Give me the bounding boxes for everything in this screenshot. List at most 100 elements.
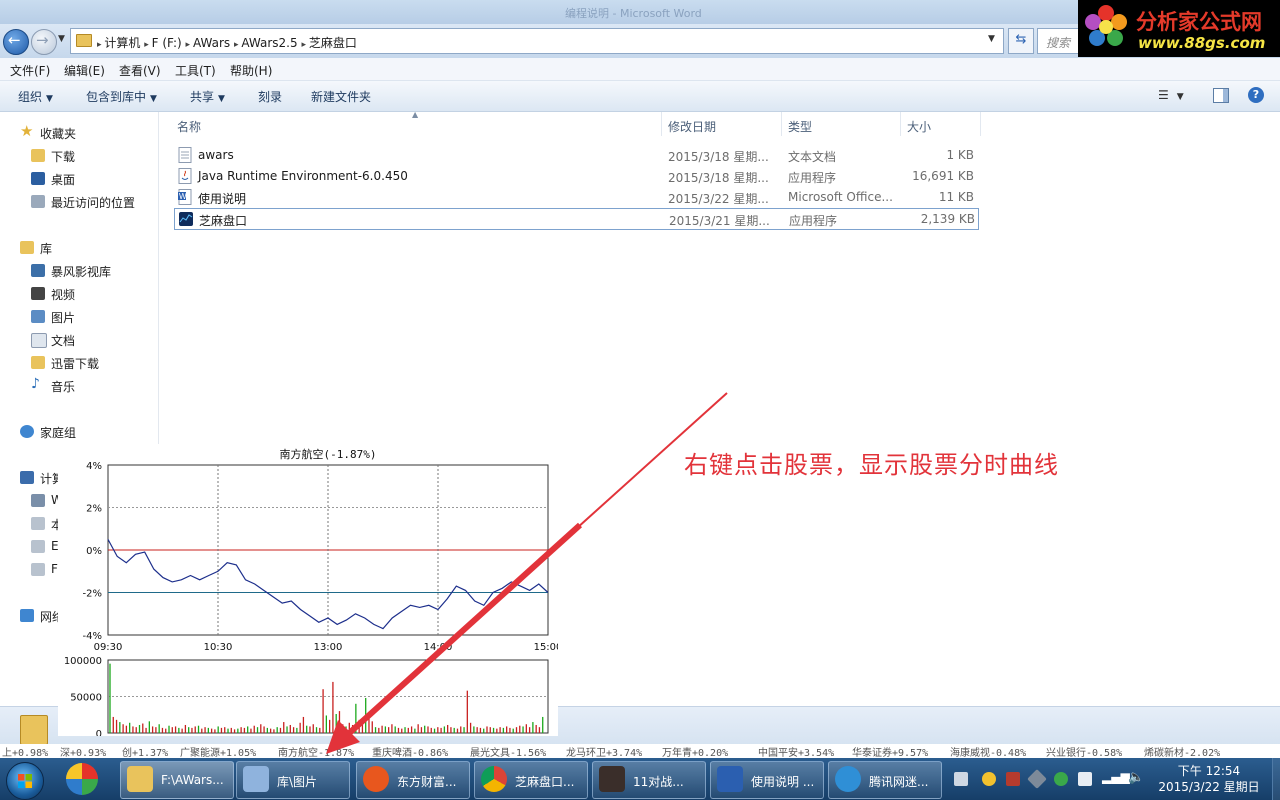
forward-button[interactable]: → — [31, 29, 57, 55]
keyboard-icon[interactable] — [954, 772, 968, 786]
nav-downloads[interactable]: 下载 — [31, 148, 75, 165]
organize-button[interactable]: 组织 ▼ — [18, 88, 53, 105]
show-desktop-button[interactable] — [1272, 758, 1280, 800]
preview-pane-icon[interactable] — [1213, 88, 1229, 103]
start-button[interactable] — [6, 762, 44, 800]
ticker-item[interactable]: 中国平安+3.54% — [758, 744, 834, 758]
nav-libraries[interactable]: 库 — [20, 240, 52, 257]
recent-pages-dropdown-icon[interactable]: ▼ — [58, 34, 65, 44]
column-divider[interactable] — [781, 112, 782, 136]
menu-help[interactable]: 帮助(H) — [230, 62, 272, 79]
taskbar-button[interactable]: 库\图片 — [236, 761, 350, 799]
ticker-item[interactable]: 兴业银行-0.58% — [1046, 744, 1122, 758]
nav-recent[interactable]: 最近访问的位置 — [31, 194, 135, 211]
taskbar-button[interactable]: 11对战... — [592, 761, 706, 799]
search-input[interactable]: 搜索 — [1037, 28, 1079, 54]
ticker-item[interactable]: 深+0.93% — [60, 744, 106, 758]
clock[interactable]: 下午 12:54 2015/3/22 星期日 — [1150, 763, 1268, 795]
menu-file[interactable]: 文件(F) — [10, 62, 50, 79]
nav-drive-f[interactable]: F — [31, 562, 58, 576]
nav-music[interactable]: ♪ 音乐 — [31, 376, 75, 395]
breadcrumb-drive-f[interactable]: F (F:) — [152, 36, 182, 50]
nav-documents[interactable]: 文档 — [31, 332, 75, 349]
nav-homegroup-label: 家庭组 — [40, 426, 77, 440]
intraday-chart-window[interactable]: 南方航空(-1.87%) 4% 2% 0% -2% -4% 09:30 10:30 13:00 1… — [58, 444, 562, 740]
ticker-item[interactable]: 华泰证券+9.57% — [852, 744, 928, 758]
game-tray-icon[interactable] — [1006, 772, 1020, 786]
share-button[interactable]: 共享 ▼ — [190, 88, 225, 105]
chrome-icon — [481, 766, 507, 792]
ticker-item[interactable]: 晨光文具-1.56% — [470, 744, 546, 758]
nav-pictures[interactable]: 图片 — [31, 309, 75, 326]
menu-view[interactable]: 查看(V) — [119, 62, 161, 79]
change-view-button[interactable]: ☰ ▼ — [1158, 88, 1184, 102]
stock-ticker-strip: 上+0.98% 深+0.93% 创+1.37% 广聚能源+1.05% 南方航空-1.87… — [0, 744, 1280, 758]
address-dropdown-icon[interactable]: ▼ — [988, 34, 995, 44]
menu-tools[interactable]: 工具(T) — [175, 62, 216, 79]
taskbar-button[interactable]: 使用说明 ... — [710, 761, 824, 799]
ticker-item[interactable]: 上+0.98% — [2, 744, 48, 758]
game-icon — [599, 766, 625, 792]
breadcrumb-awars[interactable]: AWars — [193, 36, 230, 50]
qq-icon[interactable] — [982, 772, 996, 786]
diamond-icon[interactable] — [1027, 769, 1047, 789]
ticker-item[interactable]: 重庆啤酒-0.86% — [372, 744, 448, 758]
nav-storm-library[interactable]: 暴风影视库 — [31, 263, 111, 280]
file-row[interactable]: Java Runtime Environment-6.0.450 2015/3/… — [174, 166, 977, 186]
security-icon[interactable] — [1054, 772, 1068, 786]
column-header-type[interactable]: 类型 — [788, 118, 812, 135]
new-folder-button[interactable]: 新建文件夹 — [311, 88, 371, 105]
column-header-size[interactable]: 大小 — [907, 118, 931, 135]
column-divider[interactable] — [900, 112, 901, 136]
ticker-item[interactable]: 万年青+0.20% — [662, 744, 728, 758]
nav-videos[interactable]: 视频 — [31, 286, 75, 303]
signal-icon[interactable]: ▂▄▆ — [1102, 770, 1130, 784]
back-button[interactable]: ← — [3, 29, 29, 55]
volume-icon[interactable]: 🔈 — [1128, 770, 1144, 785]
device-icon[interactable] — [1078, 772, 1092, 786]
ticker-item[interactable]: 广聚能源+1.05% — [180, 744, 256, 758]
chart-title: 南方航空(-1.87%) — [280, 447, 377, 461]
nav-desktop[interactable]: 桌面 — [31, 171, 75, 188]
search-placeholder: 搜索 — [1046, 36, 1071, 50]
refresh-button[interactable]: ⇆ — [1008, 28, 1034, 54]
taskbar-button[interactable]: 腾讯网迷... — [828, 761, 942, 799]
taskbar-label: 腾讯网迷... — [869, 775, 929, 789]
ticker-item[interactable]: 创+1.37% — [122, 744, 168, 758]
breadcrumb-awars25[interactable]: AWars2.5 — [241, 36, 297, 50]
ticker-item[interactable]: 海康威视-0.48% — [950, 744, 1026, 758]
address-bar[interactable]: ▸ 计算机 ▸ F (F:) ▸ AWars ▸ AWars2.5 ▸ 芝麻盘口 — [70, 28, 1004, 54]
breadcrumb-computer[interactable]: 计算机 — [104, 36, 140, 50]
file-row-selected[interactable]: 芝麻盘口 2015/3/21 星期... 应用程序 2,139 KB — [174, 208, 979, 230]
file-size: 2,139 KB — [920, 212, 975, 226]
column-divider[interactable] — [661, 112, 662, 136]
breadcrumb-zhima[interactable]: 芝麻盘口 — [309, 36, 357, 50]
pinned-app-icon[interactable] — [66, 763, 98, 795]
downloads-folder-icon — [31, 149, 45, 162]
burn-button[interactable]: 刻录 — [258, 88, 282, 105]
menu-edit[interactable]: 编辑(E) — [64, 62, 105, 79]
nav-homegroup[interactable]: 家庭组 — [20, 424, 77, 441]
java-icon — [178, 168, 192, 184]
ticker-item[interactable]: 南方航空-1.87% — [278, 744, 354, 758]
tencent-icon — [835, 766, 861, 792]
column-divider[interactable] — [980, 112, 981, 136]
chevron-down-icon: ▼ — [150, 94, 157, 104]
word-icon — [717, 766, 743, 792]
ticker-item[interactable]: 龙马环卫+3.74% — [566, 744, 642, 758]
help-icon[interactable]: ? — [1248, 87, 1264, 103]
ticker-item[interactable]: 烯碳新材-2.02% — [1144, 744, 1220, 758]
sort-up-icon: ▲ — [412, 110, 419, 119]
file-row[interactable]: W 使用说明 2015/3/22 星期... Microsoft Office.… — [174, 187, 977, 207]
flower-logo-icon — [1085, 5, 1127, 46]
taskbar-button[interactable]: 芝麻盘口... — [474, 761, 588, 799]
taskbar-button[interactable]: F:\AWars... — [120, 761, 234, 799]
picture-icon — [31, 310, 45, 323]
nav-xunlei[interactable]: 迅雷下载 — [31, 355, 99, 372]
column-header-date[interactable]: 修改日期 — [668, 118, 716, 135]
column-header-name[interactable]: 名称 — [177, 118, 201, 135]
taskbar-button[interactable]: 东方财富... — [356, 761, 470, 799]
file-row[interactable]: awars 2015/3/18 星期... 文本文档 1 KB — [174, 145, 977, 165]
include-library-button[interactable]: 包含到库中 ▼ — [86, 88, 157, 105]
nav-favorites[interactable]: ★ 收藏夹 — [20, 122, 76, 142]
